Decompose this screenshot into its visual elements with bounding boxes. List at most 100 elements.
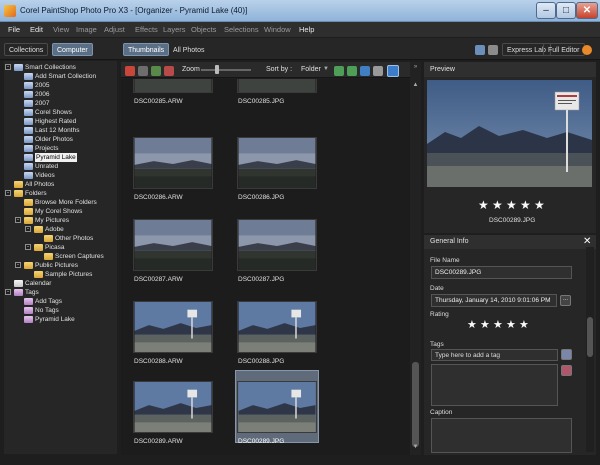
preview-rating-star-4[interactable]: ★ xyxy=(520,198,531,212)
collapse-icon[interactable]: - xyxy=(15,262,21,268)
zoom-slider-handle[interactable] xyxy=(215,65,219,74)
photo-thumbnail[interactable] xyxy=(133,301,213,353)
scroll-up-icon[interactable]: ▲ xyxy=(411,82,420,90)
all-photos-view-button[interactable]: All Photos xyxy=(168,43,210,56)
tree-item[interactable]: 2006 xyxy=(4,90,117,99)
rotate-right-icon[interactable] xyxy=(347,66,357,76)
menu-effects[interactable]: Effects xyxy=(135,25,158,34)
delete-icon[interactable] xyxy=(164,66,174,76)
info-icon[interactable] xyxy=(387,65,399,77)
preview-rating-star-5[interactable]: ★ xyxy=(534,198,545,212)
tree-item[interactable]: - My Pictures xyxy=(4,216,117,225)
crop-icon[interactable] xyxy=(151,66,161,76)
menu-view[interactable]: View xyxy=(53,25,69,34)
tree-item[interactable]: Browse More Folders xyxy=(4,198,117,207)
date-field[interactable]: Thursday, January 14, 2010 9:01:06 PM xyxy=(431,294,557,307)
info-rating-star-1[interactable]: ★ xyxy=(467,318,477,331)
tree-item[interactable]: Pyramid Lake xyxy=(4,153,117,162)
tree-item[interactable]: - Public Pictures xyxy=(4,261,117,270)
tree-item[interactable]: Pyramid Lake xyxy=(4,315,117,324)
tree-item[interactable]: Unrated xyxy=(4,162,117,171)
photo-thumbnail[interactable] xyxy=(133,219,213,271)
tree-item[interactable]: No Tags xyxy=(4,306,117,315)
red-eye-icon[interactable] xyxy=(125,66,135,76)
photo-thumbnail[interactable] xyxy=(237,137,317,189)
tree-item[interactable]: - Picasa xyxy=(4,243,117,252)
print-icon[interactable] xyxy=(373,66,383,76)
collapse-icon[interactable]: - xyxy=(5,64,11,70)
collapse-icon[interactable]: - xyxy=(15,217,21,223)
add-tag-icon[interactable] xyxy=(561,349,572,360)
thumbnail-scrollbar[interactable]: » ▲ ▼ xyxy=(410,62,421,455)
collapse-icon[interactable]: - xyxy=(25,226,31,232)
tree-item[interactable]: All Photos xyxy=(4,180,117,189)
menu-window[interactable]: Window xyxy=(264,25,291,34)
tab-collections[interactable]: Collections xyxy=(4,43,49,56)
close-info-icon[interactable]: ✕ xyxy=(583,236,591,247)
sort-select[interactable]: Folder xyxy=(301,66,321,73)
preview-rating-star-1[interactable]: ★ xyxy=(478,198,489,212)
tree-item[interactable]: Videos xyxy=(4,171,117,180)
menu-help[interactable]: Help xyxy=(299,25,314,34)
info-rating-star-5[interactable]: ★ xyxy=(519,318,529,331)
menu-adjust[interactable]: Adjust xyxy=(104,25,125,34)
tag-input[interactable]: Type here to add a tag xyxy=(431,349,558,361)
menu-file[interactable]: File xyxy=(8,25,20,34)
tree-item[interactable]: Sample Pictures xyxy=(4,270,117,279)
photo-thumbnail[interactable] xyxy=(237,219,317,271)
photo-thumbnail[interactable] xyxy=(237,301,317,353)
info-rating-star-4[interactable]: ★ xyxy=(506,318,516,331)
photo-thumbnail[interactable] xyxy=(133,137,213,189)
preview-image[interactable] xyxy=(427,80,592,187)
maximize-button[interactable]: □ xyxy=(556,2,576,19)
preview-rating-star-2[interactable]: ★ xyxy=(492,198,503,212)
scroll-down-icon[interactable]: ▼ xyxy=(411,444,420,452)
slideshow-icon[interactable] xyxy=(360,66,370,76)
photo-thumbnail[interactable] xyxy=(133,381,213,433)
tree-item[interactable]: Highest Rated xyxy=(4,117,117,126)
file-name-field[interactable]: DSC00289.JPG xyxy=(431,266,572,279)
sort-dropdown-icon[interactable]: ▼ xyxy=(323,66,329,72)
tree-item[interactable]: Last 12 Months xyxy=(4,126,117,135)
info-rating-star-2[interactable]: ★ xyxy=(480,318,490,331)
info-rating-star-3[interactable]: ★ xyxy=(493,318,503,331)
full-editor-button[interactable]: Full Editor xyxy=(543,43,585,56)
tags-list[interactable] xyxy=(431,364,558,406)
tree-item[interactable]: 2005 xyxy=(4,81,117,90)
tree-item[interactable]: Older Photos xyxy=(4,135,117,144)
retouch-icon[interactable] xyxy=(138,66,148,76)
info-scrollbar-thumb[interactable] xyxy=(587,317,593,357)
help-icon[interactable] xyxy=(582,45,592,55)
tree-item[interactable]: Screen Captures xyxy=(4,252,117,261)
tree-item[interactable]: - Folders xyxy=(4,189,117,198)
caption-field[interactable] xyxy=(431,418,572,453)
tree-item[interactable]: - Adobe xyxy=(4,225,117,234)
photo-thumbnail[interactable] xyxy=(237,79,317,93)
menu-objects[interactable]: Objects xyxy=(191,25,216,34)
expand-panel-icon[interactable]: » xyxy=(411,64,420,72)
menu-edit[interactable]: Edit xyxy=(30,25,43,34)
photo-thumbnail[interactable] xyxy=(237,381,317,433)
collapse-icon[interactable]: - xyxy=(5,190,11,196)
tree-item[interactable]: - Tags xyxy=(4,288,117,297)
menu-layers[interactable]: Layers xyxy=(163,25,186,34)
photo-thumbnail[interactable] xyxy=(133,79,213,93)
thumbnails-view-button[interactable]: Thumbnails xyxy=(123,43,170,56)
tab-computer[interactable]: Computer xyxy=(52,43,93,56)
remove-tag-icon[interactable] xyxy=(561,365,572,376)
collapse-icon[interactable]: - xyxy=(5,289,11,295)
minimize-button[interactable]: – xyxy=(536,2,556,19)
tree-item[interactable]: 2007 xyxy=(4,99,117,108)
zoom-slider-track[interactable] xyxy=(201,69,251,71)
tree-item[interactable]: Projects xyxy=(4,144,117,153)
scrollbar-thumb[interactable] xyxy=(412,362,419,447)
tree-item[interactable]: My Corel Shows xyxy=(4,207,117,216)
info-scrollbar[interactable] xyxy=(586,247,594,452)
menu-selections[interactable]: Selections xyxy=(224,25,259,34)
rotate-left-icon[interactable] xyxy=(334,66,344,76)
dual-view-icon[interactable] xyxy=(488,45,498,55)
tree-item[interactable]: Corel Shows xyxy=(4,108,117,117)
tree-item[interactable]: Other Photos xyxy=(4,234,117,243)
close-window-button[interactable]: ✕ xyxy=(576,2,598,19)
single-view-icon[interactable] xyxy=(475,45,485,55)
